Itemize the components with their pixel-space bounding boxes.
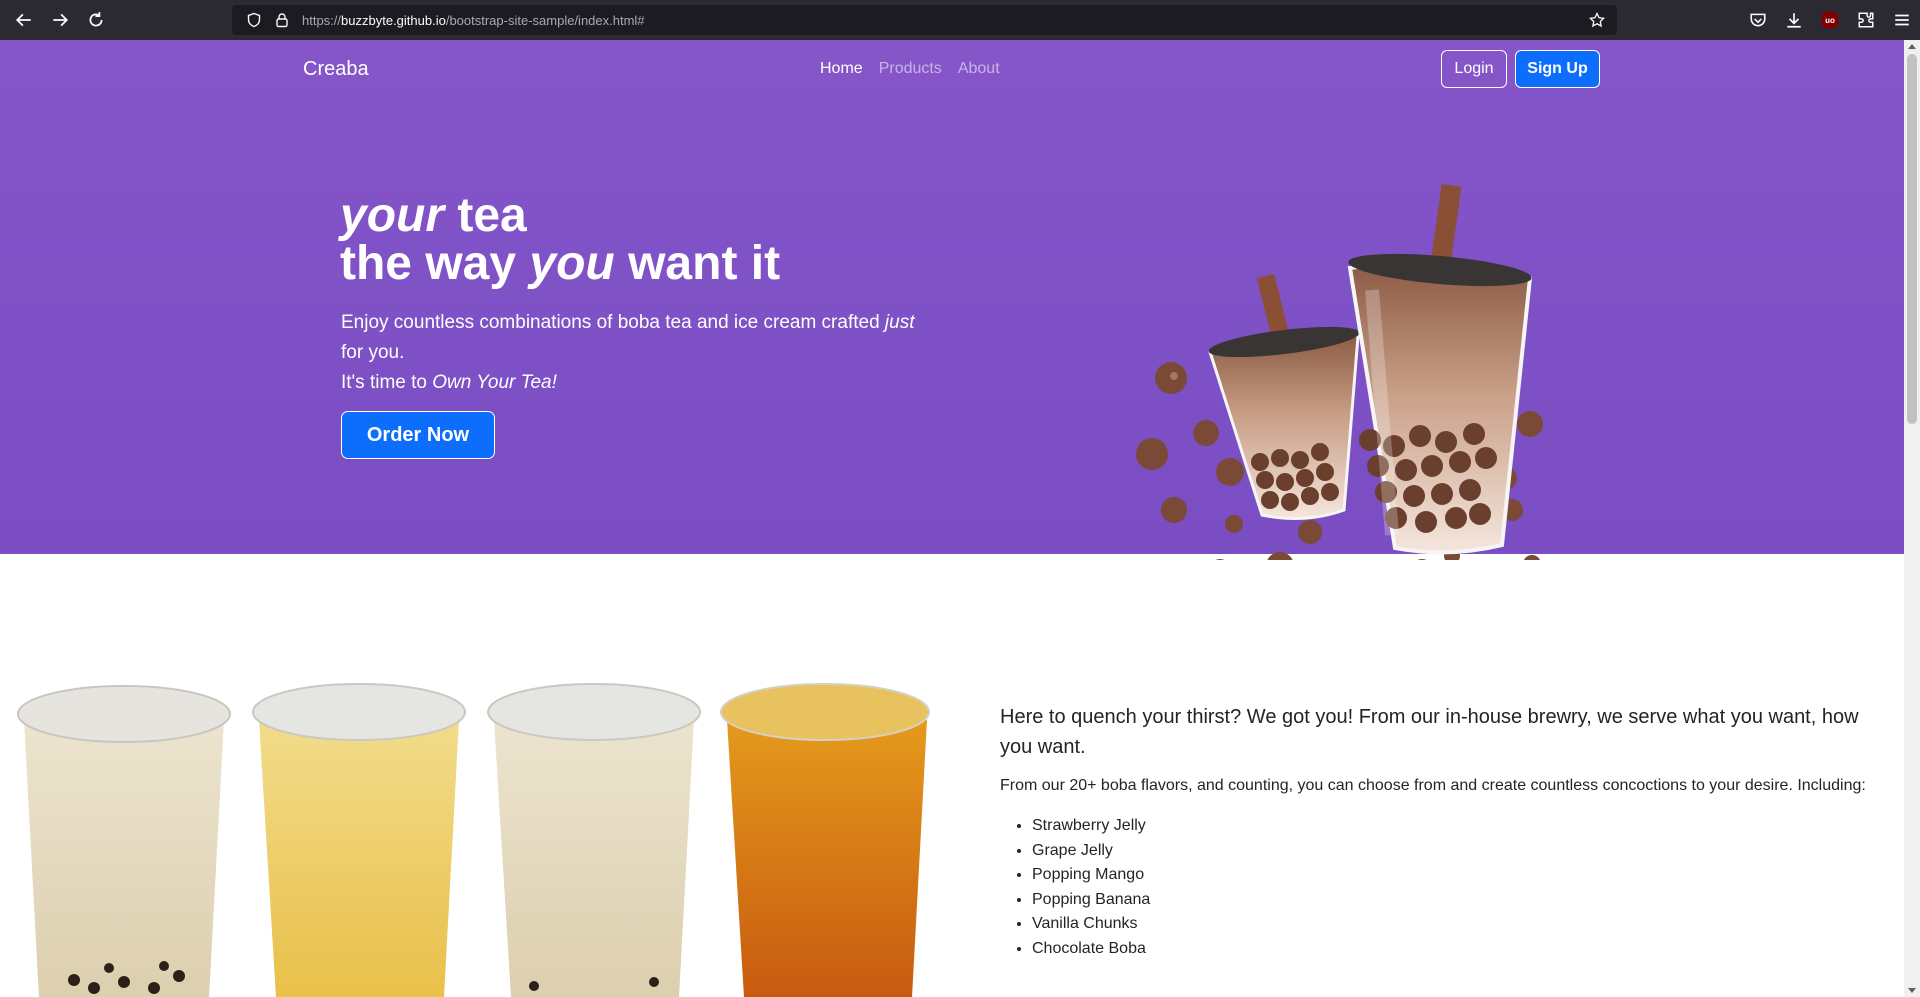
brand-logo[interactable]: Creaba (303, 58, 369, 81)
order-now-button[interactable]: Order Now (341, 411, 495, 459)
shield-icon[interactable] (240, 6, 268, 34)
nav-link-home[interactable]: Home (820, 60, 863, 78)
list-item: Popping Banana (1032, 888, 1870, 913)
bookmark-star-icon[interactable] (1583, 6, 1611, 34)
boba-tea-illustration (1136, 183, 1543, 560)
list-item: Vanilla Chunks (1032, 912, 1870, 937)
list-item: Popping Mango (1032, 863, 1870, 888)
menu-icon[interactable] (1884, 2, 1920, 38)
reload-icon[interactable] (78, 2, 114, 38)
nav-link-products[interactable]: Products (879, 60, 942, 78)
nav-links: Home Products About (820, 60, 1000, 78)
downloads-icon[interactable] (1776, 2, 1812, 38)
lock-icon[interactable] (268, 6, 296, 34)
address-bar[interactable]: https://buzzbyte.github.io/bootstrap-sit… (232, 5, 1617, 35)
pocket-icon[interactable] (1740, 2, 1776, 38)
about-content: Here to quench your thirst? We got you! … (1000, 702, 1870, 961)
forward-icon[interactable] (42, 2, 78, 38)
browser-toolbar: https://buzzbyte.github.io/bootstrap-sit… (0, 0, 1920, 40)
list-item: Strawberry Jelly (1032, 814, 1870, 839)
scrollbar-thumb[interactable] (1907, 54, 1917, 424)
intro-lead: Here to quench your thirst? We got you! … (1000, 706, 1859, 758)
list-item: Grape Jelly (1032, 839, 1870, 864)
scroll-up-icon[interactable] (1908, 44, 1916, 49)
boba-drinks-photo (17, 683, 930, 997)
page-scrollbar[interactable] (1904, 40, 1920, 997)
intro-paragraph: From our 20+ boba flavors, and counting,… (1000, 777, 1866, 794)
nav-link-about[interactable]: About (958, 60, 1000, 78)
flavor-list: Strawberry Jelly Grape Jelly Popping Man… (1000, 814, 1870, 961)
list-item: Chocolate Boba (1032, 937, 1870, 962)
site-navbar: Creaba Home Products About Login Sign Up (0, 40, 1904, 96)
hero-title: your tea the way you want it (340, 189, 781, 290)
scroll-down-icon[interactable] (1908, 988, 1916, 993)
hero-section: Creaba Home Products About Login Sign Up… (0, 40, 1904, 560)
page-viewport: Creaba Home Products About Login Sign Up… (0, 40, 1904, 997)
back-icon[interactable] (6, 2, 42, 38)
ublock-icon[interactable]: uo (1812, 2, 1848, 38)
extensions-icon[interactable] (1848, 2, 1884, 38)
url-text: https://buzzbyte.github.io/bootstrap-sit… (302, 12, 645, 28)
hero-subtitle: Enjoy countless combinations of boba tea… (341, 312, 915, 393)
signup-button[interactable]: Sign Up (1515, 50, 1600, 88)
login-button[interactable]: Login (1441, 50, 1507, 88)
